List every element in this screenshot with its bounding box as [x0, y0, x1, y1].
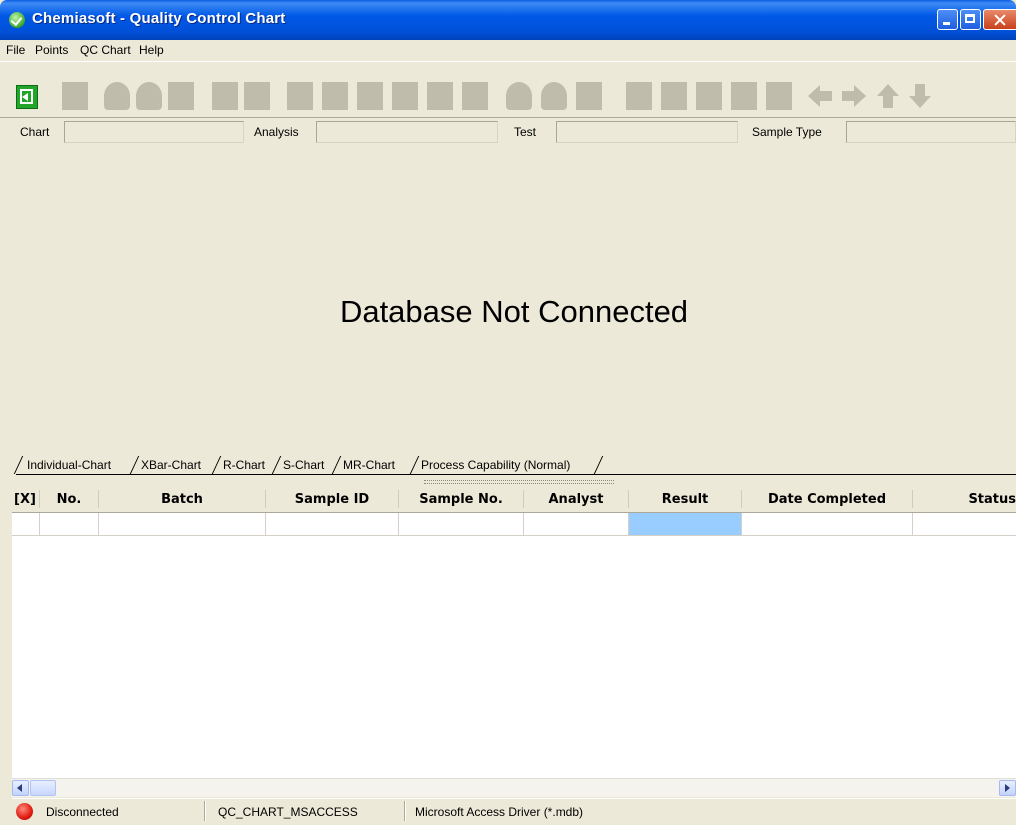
toolbar-button[interactable]: [462, 82, 488, 110]
toolbar-button[interactable]: [168, 82, 194, 110]
column-header-select[interactable]: [X]: [12, 492, 38, 507]
results-grid: [X] No. Batch Sample ID Sample No. Analy…: [12, 486, 1016, 778]
toolbar: [0, 61, 1016, 118]
table-cell[interactable]: [742, 513, 913, 535]
tab-divider: [593, 456, 606, 474]
toolbar-button[interactable]: [766, 82, 792, 110]
toolbar-button[interactable]: [287, 82, 313, 110]
column-header-no[interactable]: No.: [40, 492, 98, 507]
table-row[interactable]: [12, 513, 1016, 536]
connection-status-icon: [16, 803, 33, 820]
tab-s-chart[interactable]: S-Chart: [280, 456, 327, 474]
toolbar-button[interactable]: [104, 82, 130, 110]
test-label: Test: [514, 125, 537, 139]
toolbar-button[interactable]: [244, 82, 270, 110]
toolbar-button[interactable]: [427, 82, 453, 110]
table-cell[interactable]: [40, 513, 99, 535]
menu-bar: File Points QC Chart Help: [0, 40, 1016, 60]
column-header-result[interactable]: Result: [629, 492, 741, 507]
tab-individual-chart[interactable]: Individual-Chart: [24, 456, 114, 474]
status-divider: [404, 801, 406, 821]
horizontal-scrollbar[interactable]: [12, 778, 1016, 797]
toolbar-button[interactable]: [62, 82, 88, 110]
left-arrow-icon[interactable]: [806, 82, 834, 110]
toolbar-button[interactable]: [357, 82, 383, 110]
tab-mr-chart[interactable]: MR-Chart: [340, 456, 398, 474]
maximize-button[interactable]: [960, 9, 981, 30]
sample-type-label: Sample Type: [752, 125, 822, 139]
toolbar-button[interactable]: [212, 82, 238, 110]
column-header-status[interactable]: Status: [913, 492, 1016, 507]
filter-row: Chart Analysis Test Sample Type: [0, 117, 1016, 148]
grid-header: [X] No. Batch Sample ID Sample No. Analy…: [12, 486, 1016, 513]
tab-process-capability[interactable]: Process Capability (Normal): [418, 456, 573, 474]
tab-r-chart[interactable]: R-Chart: [220, 456, 268, 474]
selected-result-cell[interactable]: [629, 513, 742, 535]
analysis-label: Analysis: [254, 125, 299, 139]
column-header-date-completed[interactable]: Date Completed: [742, 492, 912, 507]
scroll-left-button[interactable]: [12, 780, 29, 796]
connection-status: Disconnected: [46, 805, 119, 819]
minimize-button[interactable]: [937, 9, 958, 30]
status-divider: [204, 801, 206, 821]
analysis-field[interactable]: [316, 121, 498, 143]
menu-help[interactable]: Help: [139, 43, 164, 57]
sample-type-field[interactable]: [846, 121, 1016, 143]
table-cell[interactable]: [266, 513, 399, 535]
title-bar[interactable]: Chemiasoft - Quality Control Chart: [0, 0, 1016, 40]
toolbar-button[interactable]: [626, 82, 652, 110]
dsn-name: QC_CHART_MSACCESS: [218, 805, 358, 819]
table-cell[interactable]: [524, 513, 629, 535]
column-header-batch[interactable]: Batch: [99, 492, 265, 507]
driver-name: Microsoft Access Driver (*.mdb): [415, 805, 584, 819]
column-header-sample-id[interactable]: Sample ID: [266, 492, 398, 507]
menu-points[interactable]: Points: [35, 43, 68, 57]
toolbar-button[interactable]: [731, 82, 757, 110]
column-header-sample-no[interactable]: Sample No.: [399, 492, 523, 507]
down-arrow-icon[interactable]: [906, 82, 934, 110]
scroll-thumb[interactable]: [30, 780, 56, 796]
chart-field[interactable]: [64, 121, 244, 143]
toolbar-button[interactable]: [136, 82, 162, 110]
chart-label: Chart: [20, 125, 50, 139]
zoom-fit-icon[interactable]: [576, 82, 602, 110]
app-check-icon: [9, 12, 25, 28]
status-bar: Disconnected QC_CHART_MSACCESS Microsoft…: [12, 798, 1016, 825]
toolbar-button[interactable]: [322, 82, 348, 110]
right-arrow-icon[interactable]: [840, 82, 868, 110]
tabs-baseline: [16, 474, 1016, 475]
scroll-right-button[interactable]: [999, 780, 1016, 796]
up-arrow-icon[interactable]: [874, 82, 902, 110]
menu-qc-chart[interactable]: QC Chart: [80, 43, 131, 57]
menu-file[interactable]: File: [6, 43, 25, 57]
exit-icon[interactable]: [16, 85, 38, 109]
column-header-analyst[interactable]: Analyst: [524, 492, 628, 507]
table-cell[interactable]: [12, 513, 40, 535]
toolbar-button[interactable]: [392, 82, 418, 110]
close-button[interactable]: [983, 9, 1016, 30]
splitter-handle[interactable]: [424, 480, 614, 484]
toolbar-button[interactable]: [696, 82, 722, 110]
tab-xbar-chart[interactable]: XBar-Chart: [138, 456, 204, 474]
toolbar-button[interactable]: [661, 82, 687, 110]
table-cell[interactable]: [399, 513, 524, 535]
chart-tabs: Individual-Chart XBar-Chart R-Chart S-Ch…: [13, 454, 1016, 476]
zoom-in-icon[interactable]: [506, 82, 532, 110]
chart-status-message: Database Not Connected: [339, 294, 689, 329]
window-title: Chemiasoft - Quality Control Chart: [32, 10, 286, 27]
table-cell[interactable]: [99, 513, 266, 535]
zoom-out-icon[interactable]: [541, 82, 567, 110]
table-cell[interactable]: [913, 513, 1016, 535]
chart-area: Database Not Connected: [12, 148, 1016, 452]
main-window: Chemiasoft - Quality Control Chart File …: [0, 0, 1016, 825]
test-field[interactable]: [556, 121, 738, 143]
